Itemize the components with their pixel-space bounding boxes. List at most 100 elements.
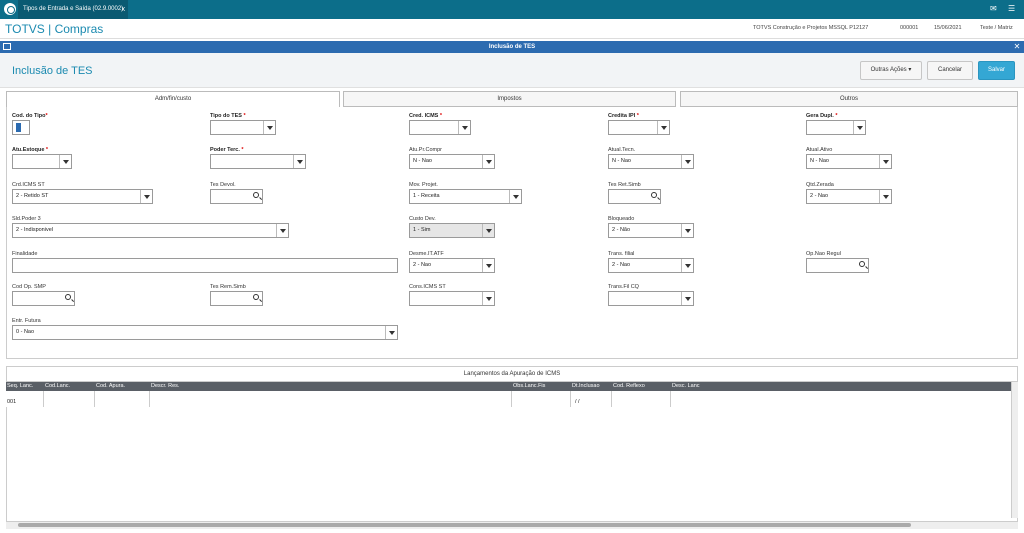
chevron-down-icon[interactable] (509, 190, 521, 203)
gera-dupl-select[interactable] (806, 120, 866, 135)
atu-pr-compr-value: N - Nao (413, 158, 432, 164)
chevron-down-icon[interactable] (59, 155, 71, 168)
bloqueado-label: Bloqueado (608, 216, 635, 222)
atual-tecn-label: Atual.Tecn. (608, 147, 636, 153)
chevron-down-icon[interactable] (263, 121, 275, 134)
tab-outros[interactable]: Outros (680, 91, 1018, 107)
custo-dev-label: Custo Dev. (409, 216, 436, 222)
vertical-scrollbar[interactable] (1011, 382, 1018, 518)
search-icon[interactable] (65, 294, 71, 300)
chevron-down-icon[interactable] (293, 155, 305, 168)
cell-seq-lanc[interactable]: 001 (6, 398, 16, 407)
poder-terc-select[interactable] (210, 154, 306, 169)
atu-estoque-select[interactable] (12, 154, 72, 169)
chevron-down-icon[interactable] (879, 155, 891, 168)
col-cod-apura[interactable]: Cod. Apura. (95, 382, 125, 391)
trans-fil-cq-label: Trans.Fil CQ (608, 284, 639, 290)
sld-poder3-select[interactable]: 2 - Indisponivel (12, 223, 289, 238)
chevron-down-icon[interactable] (681, 224, 693, 237)
cons-icms-st-select[interactable] (409, 291, 495, 306)
atu-pr-compr-select[interactable]: N - Nao (409, 154, 495, 169)
atual-ativo-select[interactable]: N - Nao (806, 154, 892, 169)
chevron-down-icon[interactable] (853, 121, 865, 134)
col-cod-lanc[interactable]: Cod.Lanc. (44, 382, 70, 391)
dialog-close-icon[interactable]: ✕ (1012, 42, 1022, 52)
table-row[interactable] (6, 391, 1011, 407)
app-tab-title: Tipos de Entrada e Saída (02.9.0002) (23, 6, 124, 12)
trans-fil-cq-select[interactable] (608, 291, 694, 306)
mov-projet-select[interactable]: 1 - Receita (409, 189, 522, 204)
page-title: Inclusão de TES (12, 65, 93, 77)
chevron-down-icon (482, 224, 494, 237)
grid-divider (611, 391, 612, 407)
tes-devol-input[interactable] (210, 189, 263, 204)
chevron-down-icon[interactable] (482, 259, 494, 272)
branch-info: Teste / Matriz (980, 25, 1013, 31)
desme-it-atf-select[interactable]: 2 - Nao (409, 258, 495, 273)
close-tab-icon[interactable]: x (122, 0, 126, 19)
credita-ipi-select[interactable] (608, 120, 670, 135)
col-dt-inclusao[interactable]: Dt.Inclusao (571, 382, 600, 391)
col-desc-lanc[interactable]: Desc. Lanc (671, 382, 700, 391)
totvs-logo-icon[interactable] (4, 3, 16, 15)
chevron-down-icon[interactable] (482, 292, 494, 305)
search-icon[interactable] (253, 192, 259, 198)
finalidade-input[interactable] (12, 258, 398, 273)
sld-poder3-value: 2 - Indisponivel (16, 227, 53, 233)
tipo-tes-select[interactable] (210, 120, 276, 135)
desme-it-atf-value: 2 - Nao (413, 262, 432, 268)
grid-divider (149, 391, 150, 407)
cred-icms-select[interactable] (409, 120, 471, 135)
menu-icon[interactable]: ☰ (1008, 4, 1015, 13)
save-button[interactable]: Salvar (978, 61, 1015, 80)
finalidade-label: Finalidade (12, 251, 38, 257)
trans-filial-select[interactable]: 2 - Nao (608, 258, 694, 273)
cursor-marker (16, 123, 21, 132)
qtd-zerada-select[interactable]: 2 - Nao (806, 189, 892, 204)
bloqueado-select[interactable]: 2 - Não (608, 223, 694, 238)
chevron-down-icon[interactable] (657, 121, 669, 134)
col-descr-res[interactable]: Descr. Res. (150, 382, 179, 391)
chevron-down-icon[interactable] (276, 224, 288, 237)
cell-dt-inclusao[interactable]: / / (574, 398, 580, 407)
app-tab[interactable]: Tipos de Entrada e Saída (02.9.0002) x (18, 0, 128, 19)
col-seq-lanc[interactable]: Seq. Lanc. (6, 382, 33, 391)
grid-divider (94, 391, 95, 407)
chevron-down-icon[interactable] (681, 259, 693, 272)
cod-tipo-field[interactable] (12, 120, 30, 135)
chevron-down-icon[interactable] (879, 190, 891, 203)
cod-op-smp-input[interactable] (12, 291, 75, 306)
atual-tecn-value: N - Nao (612, 158, 631, 164)
mov-projet-label: Mov. Projet. (409, 182, 438, 188)
chevron-down-icon[interactable] (140, 190, 152, 203)
chevron-down-icon[interactable] (681, 292, 693, 305)
cons-icms-st-label: Cons.ICMS ST (409, 284, 446, 290)
tes-devol-label: Tes Devol. (210, 182, 236, 188)
atual-tecn-select[interactable]: N - Nao (608, 154, 694, 169)
col-obs-lanc-fis[interactable]: Obs.Lanc.Fis (512, 382, 545, 391)
chevron-down-icon[interactable] (681, 155, 693, 168)
cancel-button[interactable]: Cancelar (927, 61, 973, 80)
tes-ret-simb-input[interactable] (608, 189, 661, 204)
search-icon[interactable] (253, 294, 259, 300)
search-icon[interactable] (651, 192, 657, 198)
bloqueado-value: 2 - Não (612, 227, 631, 233)
entr-futura-select[interactable]: 0 - Nao (12, 325, 398, 340)
grid-divider (670, 391, 671, 407)
more-actions-button[interactable]: Outras Ações ▾ (860, 61, 922, 80)
col-cod-reflexo[interactable]: Cod. Reflexo (612, 382, 645, 391)
scrollbar-thumb[interactable] (18, 523, 911, 527)
tes-rem-simb-input[interactable] (210, 291, 263, 306)
chevron-down-icon[interactable] (458, 121, 470, 134)
crd-icms-st-select[interactable]: 2 - Retido ST (12, 189, 153, 204)
chevron-down-icon[interactable] (385, 326, 397, 339)
search-icon[interactable] (859, 261, 865, 267)
chevron-down-icon[interactable] (482, 155, 494, 168)
crd-icms-st-value: 2 - Retido ST (16, 193, 49, 199)
tab-impostos[interactable]: Impostos (343, 91, 676, 107)
sld-poder3-label: Sld.Poder 3 (12, 216, 41, 222)
mail-icon[interactable]: ✉ (990, 4, 997, 13)
op-nao-regul-input[interactable] (806, 258, 869, 273)
credita-ipi-label: Credita IPI * (608, 113, 639, 119)
tab-adm-fin-custo[interactable]: Adm/fin/custo (6, 91, 340, 108)
